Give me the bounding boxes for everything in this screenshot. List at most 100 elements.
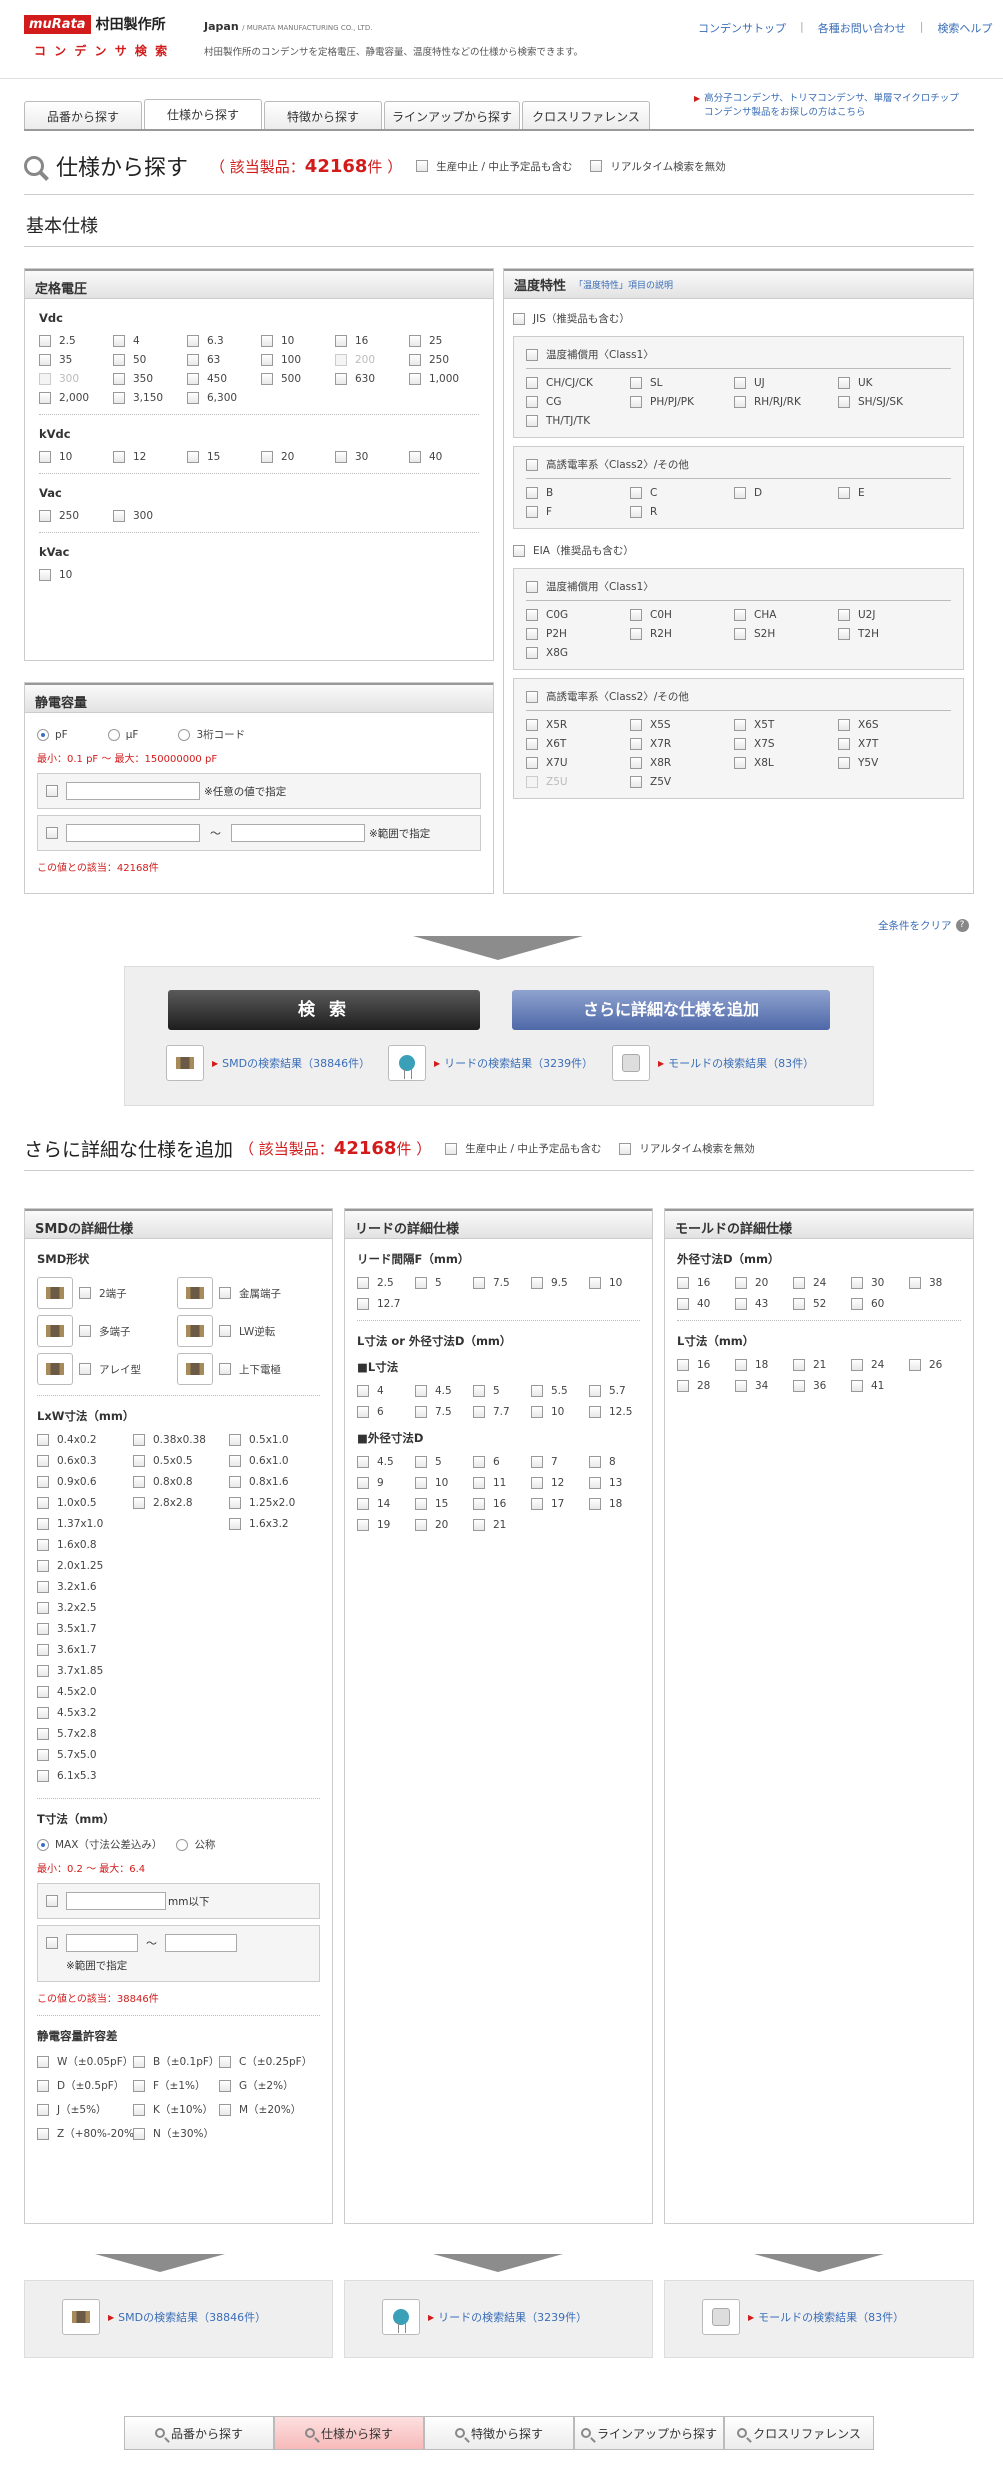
lead-d-option-checkbox[interactable]: 17 [531,1498,589,1510]
mold-d-option-checkbox[interactable]: 40 [677,1298,735,1310]
lead-l-option-checkbox[interactable]: 4 [357,1385,415,1397]
jis-class2-option-checkbox[interactable]: C [630,487,734,499]
eia-class2-option-checkbox[interactable]: Z5V [630,776,734,788]
eia-class1-option-checkbox[interactable]: R2H [630,628,734,640]
lead-l-option-checkbox[interactable]: 10 [531,1406,589,1418]
tab-spec[interactable]: 仕様から探す [144,99,262,129]
tolerance-option-checkbox[interactable]: C（±0.25pF） [219,2054,315,2069]
lxw-option-checkbox[interactable]: 1.37x1.0 [37,1518,133,1530]
mold-l-option-checkbox[interactable]: 26 [909,1359,967,1371]
lead-d-option-checkbox[interactable]: 16 [473,1498,531,1510]
vdc-option-checkbox[interactable]: 25 [409,335,483,347]
smd-result-link[interactable]: ▶ SMDの検索結果（38846件） [166,1045,370,1081]
jis-class1-option-checkbox[interactable]: SH/SJ/SK [838,396,942,408]
lxw-option-checkbox[interactable]: 3.2x2.5 [37,1602,133,1614]
eia-class1-option-checkbox[interactable]: X8G [526,647,630,659]
vac-option-checkbox[interactable]: 300 [113,510,187,522]
vdc-option-checkbox[interactable]: 450 [187,373,261,385]
lead-result-link[interactable]: ▶ リードの検索結果（3239件） [388,1045,593,1081]
lxw-option-checkbox[interactable]: 2.8x2.8 [133,1497,229,1509]
lead-l-option-checkbox[interactable]: 12.5 [589,1406,647,1418]
eia-class2-option-checkbox[interactable]: X5S [630,719,734,731]
smd-shape-option[interactable]: アレイ型 [37,1353,177,1385]
eia-class2-option-checkbox[interactable]: X7S [734,738,838,750]
mold-l-option-checkbox[interactable]: 18 [735,1359,793,1371]
bottom-tab-feature[interactable]: 特徴から探す [424,2416,574,2450]
t-nominal-radio[interactable]: 公称 [176,1837,215,1852]
vdc-option-checkbox[interactable]: 350 [113,373,187,385]
lead-d-option-checkbox[interactable]: 19 [357,1519,415,1531]
tab-lineup[interactable]: ラインアップから探す [384,101,520,129]
lxw-option-checkbox[interactable]: 3.2x1.6 [37,1581,133,1593]
lead-pitch-option-checkbox[interactable]: 2.5 [357,1277,415,1289]
vdc-option-checkbox[interactable]: 100 [261,354,335,366]
lxw-option-checkbox[interactable]: 0.5x0.5 [133,1455,229,1467]
t-min-input[interactable] [66,1934,138,1952]
lead-l-option-checkbox[interactable]: 5.7 [589,1385,647,1397]
smd-shape-option[interactable]: LW逆転 [177,1315,317,1347]
tolerance-option-checkbox[interactable]: G（±2%） [219,2078,315,2093]
tab-cross-reference[interactable]: クロスリファレンス [522,101,650,129]
t-max-radio[interactable]: MAX（寸法公差込み） [37,1837,162,1852]
jis-class1-option-checkbox[interactable]: UK [838,377,942,389]
logo[interactable]: muRata 村田製作所 [24,14,166,34]
range-checkbox[interactable] [46,827,58,839]
jis-class2-option-checkbox[interactable]: E [838,487,942,499]
kvdc-option-checkbox[interactable]: 12 [113,451,187,463]
promo-link[interactable]: ▶ 高分子コンデンサ、トリマコンデンサ、単層マイクロチップ コンデンサ製品をお探し… [694,92,959,120]
kvdc-option-checkbox[interactable]: 30 [335,451,409,463]
lxw-option-checkbox[interactable]: 1.6x3.2 [229,1518,325,1530]
lxw-option-checkbox[interactable]: 4.5x2.0 [37,1686,133,1698]
eia-class1-option-checkbox[interactable]: S2H [734,628,838,640]
realtime-checkbox[interactable]: リアルタイム検索を無効 [590,159,726,174]
vdc-option-checkbox[interactable]: 3,150 [113,392,187,404]
lead-d-option-checkbox[interactable]: 11 [473,1477,531,1489]
lxw-option-checkbox[interactable]: 6.1x5.3 [37,1770,133,1782]
detail-discontinued-checkbox[interactable]: 生産中止 / 中止予定品も含む [445,1141,601,1156]
bottom-tab-lineup[interactable]: ラインアップから探す [574,2416,724,2450]
vdc-option-checkbox[interactable]: 1,000 [409,373,483,385]
eia-class1-option-checkbox[interactable]: C0G [526,609,630,621]
lead-l-option-checkbox[interactable]: 4.5 [415,1385,473,1397]
smd-shape-option[interactable]: 上下電極 [177,1353,317,1385]
jis-class1-option-checkbox[interactable]: TH/TJ/TK [526,415,630,427]
eia-class1-option-checkbox[interactable]: P2H [526,628,630,640]
lead-d-option-checkbox[interactable]: 5 [415,1456,473,1468]
link-help[interactable]: 検索ヘルプ [937,20,992,36]
mold-l-option-checkbox[interactable]: 34 [735,1380,793,1392]
link-contact[interactable]: 各種お問い合わせ [818,20,906,36]
tolerance-option-checkbox[interactable]: K（±10%） [133,2102,219,2117]
capacitance-max-input[interactable] [231,824,365,842]
eia-class2-option-checkbox[interactable]: Y5V [838,757,942,769]
capacitance-value-input[interactable] [66,782,200,800]
lead-d-option-checkbox[interactable]: 9 [357,1477,415,1489]
kvdc-option-checkbox[interactable]: 15 [187,451,261,463]
eia-class2-option-checkbox[interactable]: X8R [630,757,734,769]
mold-d-option-checkbox[interactable]: 20 [735,1277,793,1289]
mold-l-option-checkbox[interactable]: 21 [793,1359,851,1371]
lxw-option-checkbox[interactable]: 1.25x2.0 [229,1497,325,1509]
lxw-option-checkbox[interactable]: 3.6x1.7 [37,1644,133,1656]
kvdc-option-checkbox[interactable]: 10 [39,451,113,463]
mold-l-option-checkbox[interactable]: 28 [677,1380,735,1392]
lead-d-option-checkbox[interactable]: 14 [357,1498,415,1510]
vdc-option-checkbox[interactable]: 500 [261,373,335,385]
tolerance-option-checkbox[interactable]: B（±0.1pF） [133,2054,219,2069]
lead-l-option-checkbox[interactable]: 6 [357,1406,415,1418]
tolerance-option-checkbox[interactable]: D（±0.5pF） [37,2078,133,2093]
any-value-checkbox[interactable] [46,785,58,797]
jis-class1-option-checkbox[interactable]: UJ [734,377,838,389]
jis-checkbox[interactable]: JIS（推奨品も含む） [513,311,964,326]
lead-d-option-checkbox[interactable]: 13 [589,1477,647,1489]
jis-class2-option-checkbox[interactable]: R [630,506,734,518]
clear-all-link[interactable]: 全条件をクリア ? [878,918,969,933]
t-range-checkbox[interactable] [46,1937,58,1949]
vdc-option-checkbox[interactable]: 4 [113,335,187,347]
lead-pitch-option-checkbox[interactable]: 9.5 [531,1277,589,1289]
vdc-option-checkbox[interactable]: 6.3 [187,335,261,347]
tab-part-number[interactable]: 品番から探す [24,101,142,129]
eia-class1-option-checkbox[interactable]: CHA [734,609,838,621]
jis-class2-option-checkbox[interactable]: D [734,487,838,499]
kvdc-option-checkbox[interactable]: 40 [409,451,483,463]
lead-pitch-option-checkbox[interactable]: 12.7 [357,1298,415,1310]
